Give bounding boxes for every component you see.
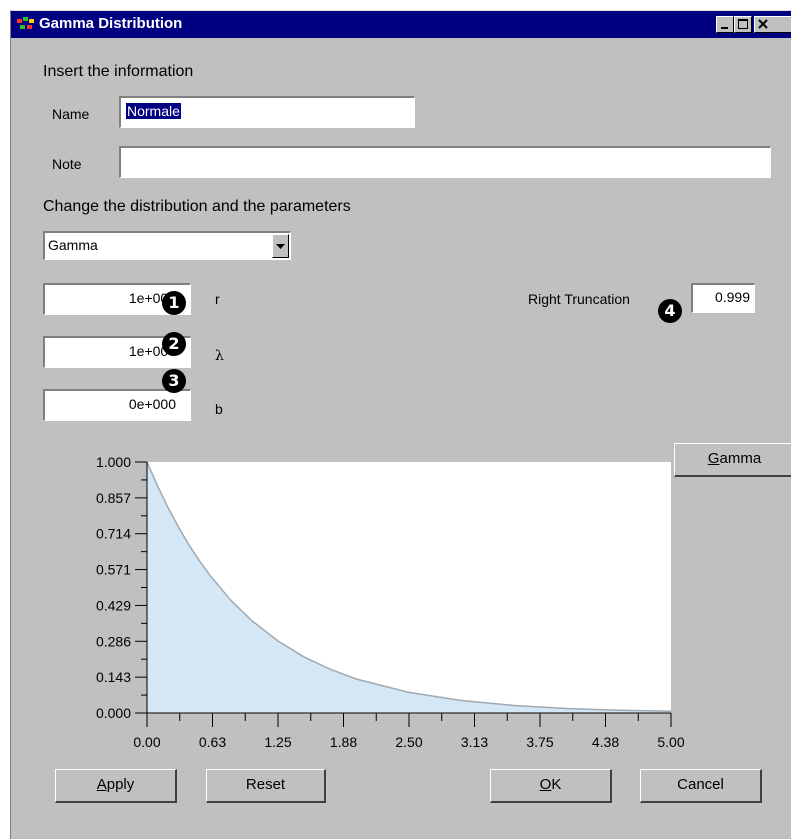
x-tick-label: 0.00	[133, 734, 160, 750]
y-tick-label: 0.000	[96, 705, 131, 721]
y-tick-label: 0.429	[96, 597, 131, 613]
y-tick-label: 0.286	[96, 633, 131, 649]
close-button[interactable]	[754, 16, 791, 33]
x-tick-label: 2.50	[395, 734, 422, 750]
cancel-button[interactable]: Cancel	[640, 769, 762, 803]
minimize-button[interactable]	[716, 16, 734, 33]
param-lambda-label: λ	[215, 348, 224, 364]
reset-button[interactable]: Reset	[206, 769, 326, 803]
gamma-button-mnemonic: G	[707, 450, 720, 467]
gamma-button-label: amma	[719, 450, 762, 467]
x-tick-label: 1.25	[264, 734, 291, 750]
maximize-button[interactable]	[734, 16, 752, 33]
gamma-density-chart: 1.0000.8570.7140.5710.4290.2860.1430.000…	[96, 454, 685, 750]
gamma-button[interactable]: Gamma	[674, 443, 791, 477]
name-input-value: Normale	[126, 103, 181, 119]
note-input[interactable]	[119, 146, 771, 178]
change-distribution-label: Change the distribution and the paramete…	[43, 198, 351, 215]
callout-3: 3	[162, 369, 186, 393]
distribution-select[interactable]: Gamma	[43, 231, 291, 260]
y-tick-label: 0.714	[96, 526, 131, 542]
name-label: Name	[52, 106, 90, 122]
close-icon	[758, 19, 768, 29]
param-b-input[interactable]: 0e+000	[43, 389, 191, 421]
minimize-icon	[721, 27, 728, 29]
x-tick-label: 3.13	[461, 734, 488, 750]
apply-button[interactable]: Apply	[55, 769, 177, 803]
app-icon	[17, 17, 34, 29]
callout-4: 4	[658, 299, 682, 323]
param-b-value: 0e+000	[128, 396, 176, 412]
x-tick-label: 0.63	[199, 734, 226, 750]
right-truncation-input[interactable]: 0.999	[691, 283, 755, 313]
x-tick-label: 5.00	[657, 734, 684, 750]
window-title: Gamma Distribution	[39, 15, 183, 32]
chevron-down-icon	[276, 244, 285, 249]
title-bar[interactable]: Gamma Distribution	[11, 11, 791, 38]
note-label: Note	[52, 156, 82, 172]
param-r-label: r	[215, 291, 220, 307]
ok-button[interactable]: OK	[490, 769, 612, 803]
maximize-icon	[738, 19, 748, 29]
x-tick-label: 3.75	[526, 734, 553, 750]
y-tick-label: 1.000	[96, 454, 131, 470]
insert-info-label: Insert the information	[43, 63, 194, 80]
param-b-label: b	[215, 401, 223, 417]
callout-2: 2	[162, 332, 186, 356]
y-tick-label: 0.571	[96, 562, 131, 578]
y-tick-label: 0.143	[96, 669, 131, 685]
gamma-distribution-window: Gamma Distribution Insert the informatio…	[10, 10, 791, 839]
name-input[interactable]: Normale	[119, 96, 415, 128]
callout-1: 1	[162, 291, 186, 315]
right-truncation-label: Right Truncation	[528, 291, 630, 307]
dropdown-button[interactable]	[272, 234, 289, 258]
y-tick-label: 0.857	[96, 490, 131, 506]
right-truncation-value: 0.999	[714, 289, 750, 305]
distribution-selected: Gamma	[48, 237, 98, 253]
x-tick-label: 1.88	[330, 734, 357, 750]
x-tick-label: 4.38	[592, 734, 619, 750]
